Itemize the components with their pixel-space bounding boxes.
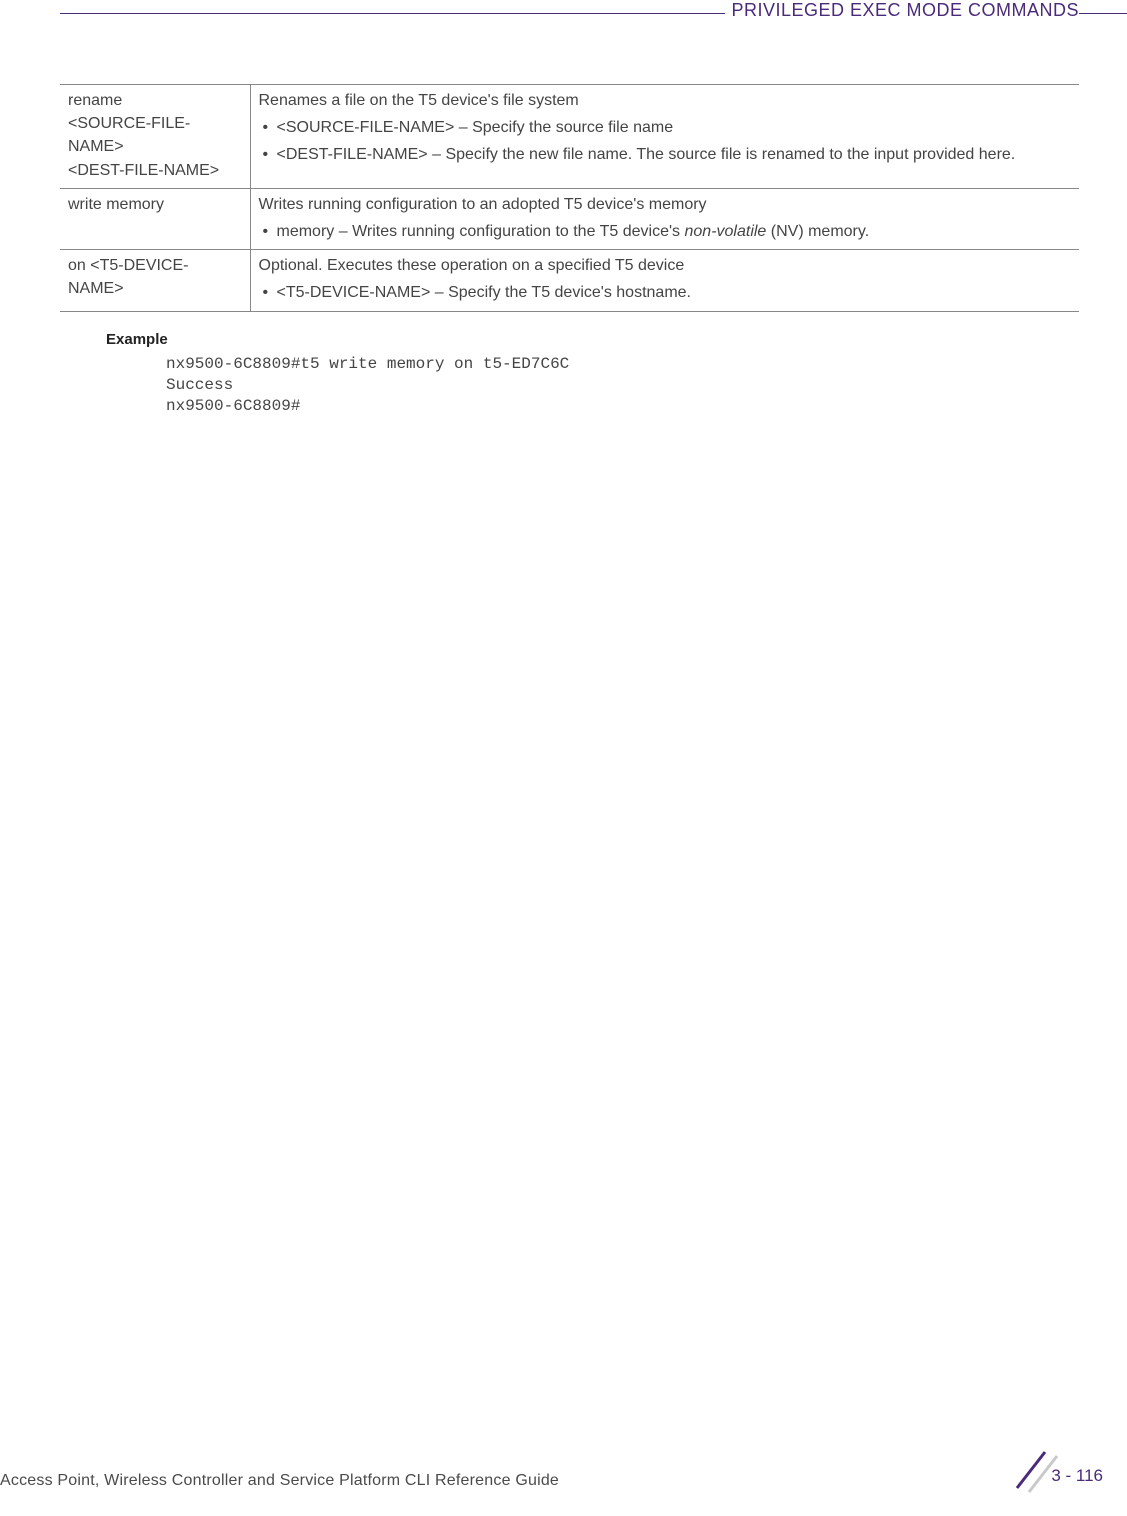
- desc-text: Optional. Executes these operation on a …: [259, 254, 1072, 277]
- example-code-block: nx9500-6C8809#t5 write memory on t5-ED7C…: [166, 354, 569, 416]
- command-table: rename <SOURCE-FILE-NAME> <DEST-FILE-NAM…: [60, 84, 1079, 312]
- section-header: PRIVILEGED EXEC MODE COMMANDS: [725, 0, 1079, 21]
- cmd-line: rename: [68, 89, 242, 112]
- cmd-line: <DEST-FILE-NAME>: [68, 159, 242, 182]
- cmd-line: on <T5-DEVICE-NAME>: [68, 254, 242, 300]
- desc-text: Writes running configuration to an adopt…: [259, 193, 1072, 216]
- bullet-item: <SOURCE-FILE-NAME> – Specify the source …: [259, 116, 1072, 139]
- page-number: 3 - 116: [1051, 1466, 1103, 1486]
- bullet-list: <SOURCE-FILE-NAME> – Specify the source …: [259, 116, 1072, 166]
- page-content: rename <SOURCE-FILE-NAME> <DEST-FILE-NAM…: [60, 84, 1079, 312]
- table-row: write memory Writes running configuratio…: [60, 188, 1079, 249]
- table-row: on <T5-DEVICE-NAME> Optional. Executes t…: [60, 250, 1079, 311]
- bullet-item: memory – Writes running configuration to…: [259, 220, 1072, 243]
- cmd-line: write memory: [68, 193, 242, 216]
- cmd-cell: write memory: [60, 188, 250, 249]
- desc-cell: Renames a file on the T5 device's file s…: [250, 85, 1079, 189]
- desc-cell: Writes running configuration to an adopt…: [250, 188, 1079, 249]
- example-heading: Example: [106, 331, 168, 348]
- cmd-cell: on <T5-DEVICE-NAME>: [60, 250, 250, 311]
- bullet-list: memory – Writes running configuration to…: [259, 220, 1072, 243]
- footer-guide-title: Access Point, Wireless Controller and Se…: [0, 1472, 559, 1490]
- bullet-item: <DEST-FILE-NAME> – Specify the new file …: [259, 143, 1072, 166]
- cmd-line: <SOURCE-FILE-NAME>: [68, 112, 242, 158]
- page-footer: Access Point, Wireless Controller and Se…: [0, 1460, 1127, 1492]
- bullet-list: <T5-DEVICE-NAME> – Specify the T5 device…: [259, 281, 1072, 304]
- cmd-cell: rename <SOURCE-FILE-NAME> <DEST-FILE-NAM…: [60, 85, 250, 189]
- desc-text: Renames a file on the T5 device's file s…: [259, 89, 1072, 112]
- table-row: rename <SOURCE-FILE-NAME> <DEST-FILE-NAM…: [60, 85, 1079, 189]
- bullet-item: <T5-DEVICE-NAME> – Specify the T5 device…: [259, 281, 1072, 304]
- desc-cell: Optional. Executes these operation on a …: [250, 250, 1079, 311]
